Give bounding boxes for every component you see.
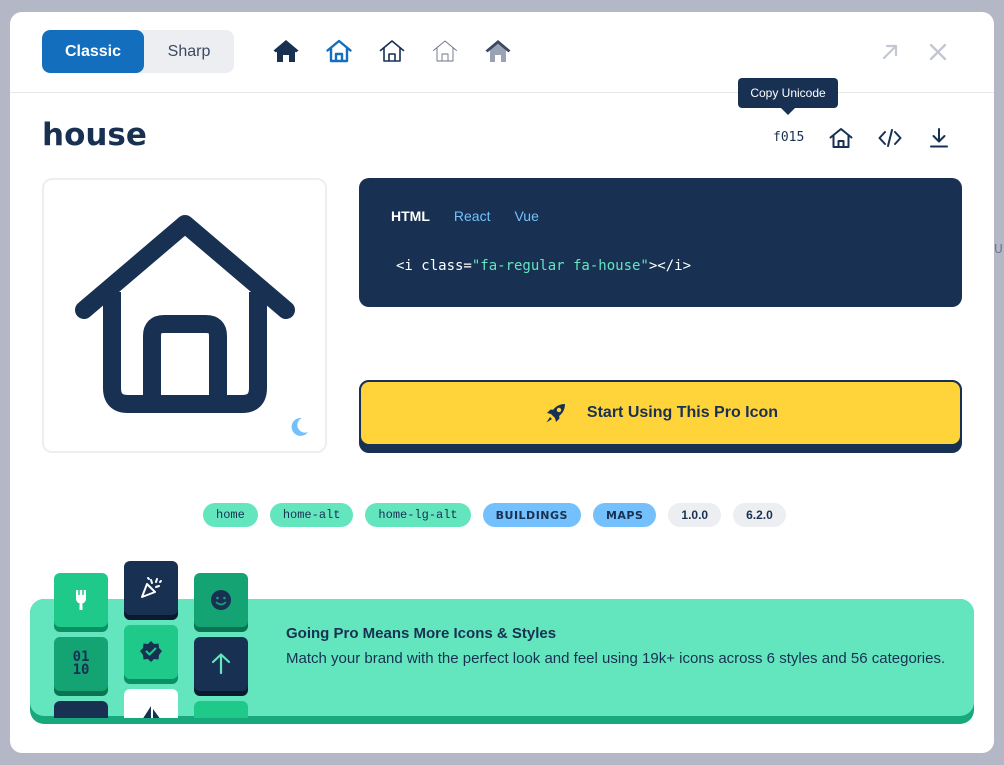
style-toggle: Classic Sharp (42, 30, 234, 73)
house-solid-icon[interactable] (272, 37, 300, 65)
tab-react[interactable]: React (454, 208, 491, 224)
modal-header: Classic Sharp (10, 12, 994, 93)
start-using-pro-button[interactable]: Start Using This Pro Icon (359, 380, 962, 446)
partial-tile-icon (54, 701, 108, 718)
unicode-value[interactable]: f015 (773, 130, 804, 145)
tab-vue[interactable]: Vue (514, 208, 538, 224)
alias-tag[interactable]: home-alt (269, 503, 354, 527)
code-snippet-panel: HTML React Vue <i class="fa-regular fa-h… (359, 178, 962, 307)
tooltip-arrow (781, 108, 795, 115)
house-thin-icon[interactable] (431, 37, 459, 65)
code-tabs: HTML React Vue (391, 208, 539, 224)
dark-mode-moon-icon[interactable] (288, 416, 310, 438)
smile-tile-icon (194, 573, 248, 627)
brush-tile-icon (54, 573, 108, 627)
sailboat-tile-icon (124, 689, 178, 718)
classic-toggle-button[interactable]: Classic (42, 30, 144, 73)
rocket-icon (546, 404, 565, 423)
code-snippet[interactable]: <i class="fa-regular fa-house"></i> (396, 258, 691, 274)
house-regular-icon[interactable] (325, 37, 353, 65)
house-light-icon[interactable] (378, 37, 406, 65)
house-preview-icon (75, 215, 295, 413)
download-icon[interactable] (926, 125, 952, 151)
promo-title: Going Pro Means More Icons & Styles (286, 625, 557, 642)
alias-tag[interactable]: home (203, 503, 258, 527)
style-variants (272, 37, 512, 65)
code-open: <i class= (396, 258, 472, 274)
category-tag[interactable]: MAPS (592, 503, 657, 527)
icon-detail-modal: Classic Sharp house Copy Unicode f015 HT… (10, 12, 994, 753)
copy-unicode-tooltip: Copy Unicode (738, 78, 838, 108)
sharp-toggle-button[interactable]: Sharp (144, 30, 234, 73)
start-using-pro-label: Start Using This Pro Icon (586, 404, 779, 421)
binary-tile-icon: 01 10 (54, 637, 108, 691)
arrow-up-right-icon[interactable] (879, 41, 901, 63)
copy-glyph-house-icon[interactable] (828, 125, 854, 151)
party-popper-tile-icon (124, 561, 178, 615)
background-fragment: U (994, 242, 1003, 256)
promo-icon-collage: 01 10 (10, 552, 260, 718)
icon-preview (42, 178, 327, 453)
code-class-string: "fa-regular fa-house" (471, 258, 649, 274)
copy-code-icon[interactable] (877, 125, 903, 151)
arrow-up-tile-icon (194, 637, 248, 691)
category-tag[interactable]: BUILDINGS (482, 503, 581, 527)
start-using-pro-button-wrap: Start Using This Pro Icon (359, 380, 962, 453)
icon-title: house (42, 117, 147, 153)
badge-check-tile-icon (124, 625, 178, 679)
version-tag[interactable]: 1.0.0 (668, 503, 722, 527)
tag-list: home home-alt home-lg-alt BUILDINGS MAPS… (203, 503, 786, 527)
house-duotone-icon[interactable] (484, 37, 512, 65)
tab-html[interactable]: HTML (391, 208, 430, 224)
promo-text: Match your brand with the perfect look a… (286, 650, 946, 667)
calendar-tile-icon (194, 701, 248, 718)
close-icon[interactable] (927, 41, 949, 63)
code-close: ></i> (648, 258, 692, 274)
alias-tag[interactable]: home-lg-alt (365, 503, 471, 527)
version-tag[interactable]: 6.2.0 (733, 503, 786, 527)
